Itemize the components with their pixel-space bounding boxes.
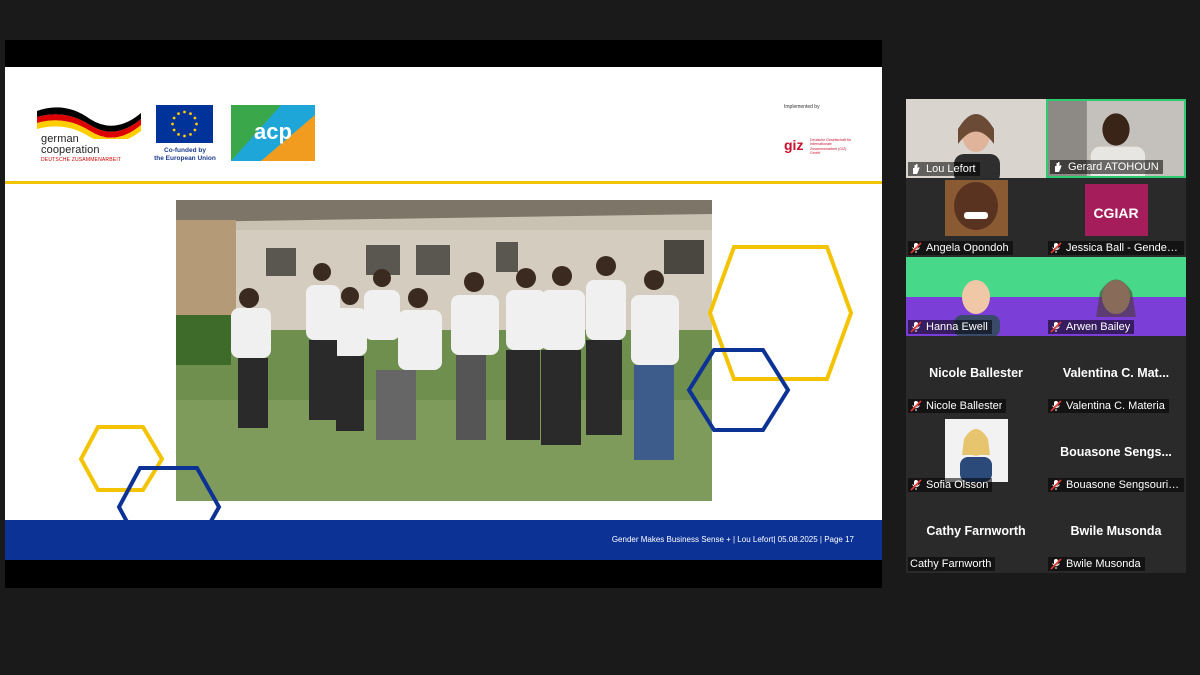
participant-big-name: Bouasone Sengs... bbox=[1060, 445, 1172, 459]
participant-big-name: Valentina C. Mat... bbox=[1062, 366, 1170, 380]
raise-hand-icon bbox=[910, 163, 922, 175]
mic-muted-icon bbox=[910, 479, 922, 491]
gc-line2: cooperation bbox=[41, 144, 100, 156]
shared-screen[interactable]: german cooperation DEUTSCHE ZUSAMMENARBE… bbox=[5, 40, 882, 588]
participant-name-tag: Nicole Ballester bbox=[908, 399, 1007, 413]
implemented-by-text: Implemented by bbox=[784, 104, 820, 110]
group-photo bbox=[176, 200, 712, 501]
participant-tile[interactable]: Gerard ATOHOUN bbox=[1046, 99, 1186, 178]
presentation-slide: german cooperation DEUTSCHE ZUSAMMENARBE… bbox=[5, 67, 882, 560]
participant-name-tag: Bwile Musonda bbox=[1048, 557, 1145, 571]
mic-muted-icon bbox=[910, 321, 922, 333]
participant-tile[interactable]: Arwen Bailey bbox=[1046, 257, 1186, 336]
eu-flag-icon bbox=[156, 105, 213, 143]
giz-logo: giz bbox=[784, 137, 804, 153]
participant-big-name: Bwile Musonda bbox=[1070, 524, 1162, 538]
mic-muted-icon bbox=[910, 400, 922, 412]
participant-tile[interactable]: Valentina C. Mat... Valentina C. Materia bbox=[1046, 336, 1186, 415]
participant-name: Gerard ATOHOUN bbox=[1068, 161, 1159, 173]
participant-tile[interactable]: Bouasone Sengs... Bouasone Sengsouriv... bbox=[1046, 415, 1186, 494]
eu-line1: Co-funded by bbox=[164, 147, 206, 154]
participant-name: Arwen Bailey bbox=[1066, 321, 1131, 333]
participant-big-name: Cathy Farnworth bbox=[926, 524, 1026, 538]
participant-tile[interactable]: CGIAR Jessica Ball - Gender ... bbox=[1046, 178, 1186, 257]
mic-muted-icon bbox=[910, 242, 922, 254]
participant-tile[interactable]: Angela Opondoh bbox=[906, 178, 1046, 257]
participant-name: Valentina C. Materia bbox=[1066, 400, 1165, 412]
participant-name-tag: Lou Lefort bbox=[908, 162, 980, 176]
participant-name: Hanna Ewell bbox=[926, 321, 988, 333]
participant-name: Bouasone Sengsouriv... bbox=[1066, 479, 1180, 491]
participant-tile[interactable]: Lou Lefort bbox=[906, 99, 1046, 178]
svg-text:CGIAR: CGIAR bbox=[1093, 205, 1138, 221]
acp-logo: acp bbox=[231, 105, 315, 161]
participant-name-tag: Angela Opondoh bbox=[908, 241, 1013, 255]
gc-line3: DEUTSCHE ZUSAMMENARBEIT bbox=[41, 157, 122, 163]
slide-footer-text: Gender Makes Business Sense + | Lou Lefo… bbox=[611, 535, 854, 544]
mic-muted-icon bbox=[1050, 400, 1062, 412]
mic-muted-icon bbox=[1050, 242, 1062, 254]
eu-line2: the European Union bbox=[154, 155, 216, 163]
participant-tile[interactable]: Nicole Ballester Nicole Ballester bbox=[906, 336, 1046, 415]
acp-label: acp bbox=[254, 119, 292, 144]
participant-name: Cathy Farnworth bbox=[910, 558, 992, 570]
participant-name-tag: Hanna Ewell bbox=[908, 320, 992, 334]
participant-tile[interactable]: Hanna Ewell bbox=[906, 257, 1046, 336]
raise-hand-icon bbox=[1052, 161, 1064, 173]
participant-name-tag: Gerard ATOHOUN bbox=[1050, 160, 1163, 174]
participant-name: Bwile Musonda bbox=[1066, 558, 1141, 570]
eu-cofunded-text: Co-funded by the European Union bbox=[151, 147, 219, 164]
participant-name-tag: Valentina C. Materia bbox=[1048, 399, 1169, 413]
participant-name-tag: Arwen Bailey bbox=[1048, 320, 1135, 334]
slide-footer: Gender Makes Business Sense + | Lou Lefo… bbox=[5, 520, 882, 560]
participant-name-tag: Sofia Olsson bbox=[908, 478, 993, 492]
participant-name: Angela Opondoh bbox=[926, 242, 1009, 254]
participant-tile[interactable]: Cathy Farnworth Cathy Farnworth bbox=[906, 494, 1046, 573]
mic-muted-icon bbox=[1050, 558, 1062, 570]
mic-muted-icon bbox=[1050, 321, 1062, 333]
participant-name-tag: Bouasone Sengsouriv... bbox=[1048, 478, 1184, 492]
mic-muted-icon bbox=[1050, 479, 1062, 491]
participant-name: Jessica Ball - Gender ... bbox=[1066, 242, 1180, 254]
participant-big-name: Nicole Ballester bbox=[929, 366, 1023, 380]
german-cooperation-text: german cooperation DEUTSCHE ZUSAMMENARBE… bbox=[41, 134, 121, 163]
participant-name: Lou Lefort bbox=[926, 163, 976, 175]
participant-name-tag: Cathy Farnworth bbox=[908, 557, 996, 571]
participant-name: Nicole Ballester bbox=[926, 400, 1003, 412]
slide-header-logos: german cooperation DEUTSCHE ZUSAMMENARBE… bbox=[5, 67, 882, 182]
participant-name: Sofia Olsson bbox=[926, 479, 989, 491]
participant-tile[interactable]: Bwile Musonda Bwile Musonda bbox=[1046, 494, 1186, 573]
giz-subtitle: Deutsche Gesellschaft für Internationale… bbox=[810, 138, 852, 156]
slide-divider bbox=[5, 181, 882, 184]
participant-tile[interactable]: Sofia Olsson bbox=[906, 415, 1046, 494]
participant-name-tag: Jessica Ball - Gender ... bbox=[1048, 241, 1184, 255]
